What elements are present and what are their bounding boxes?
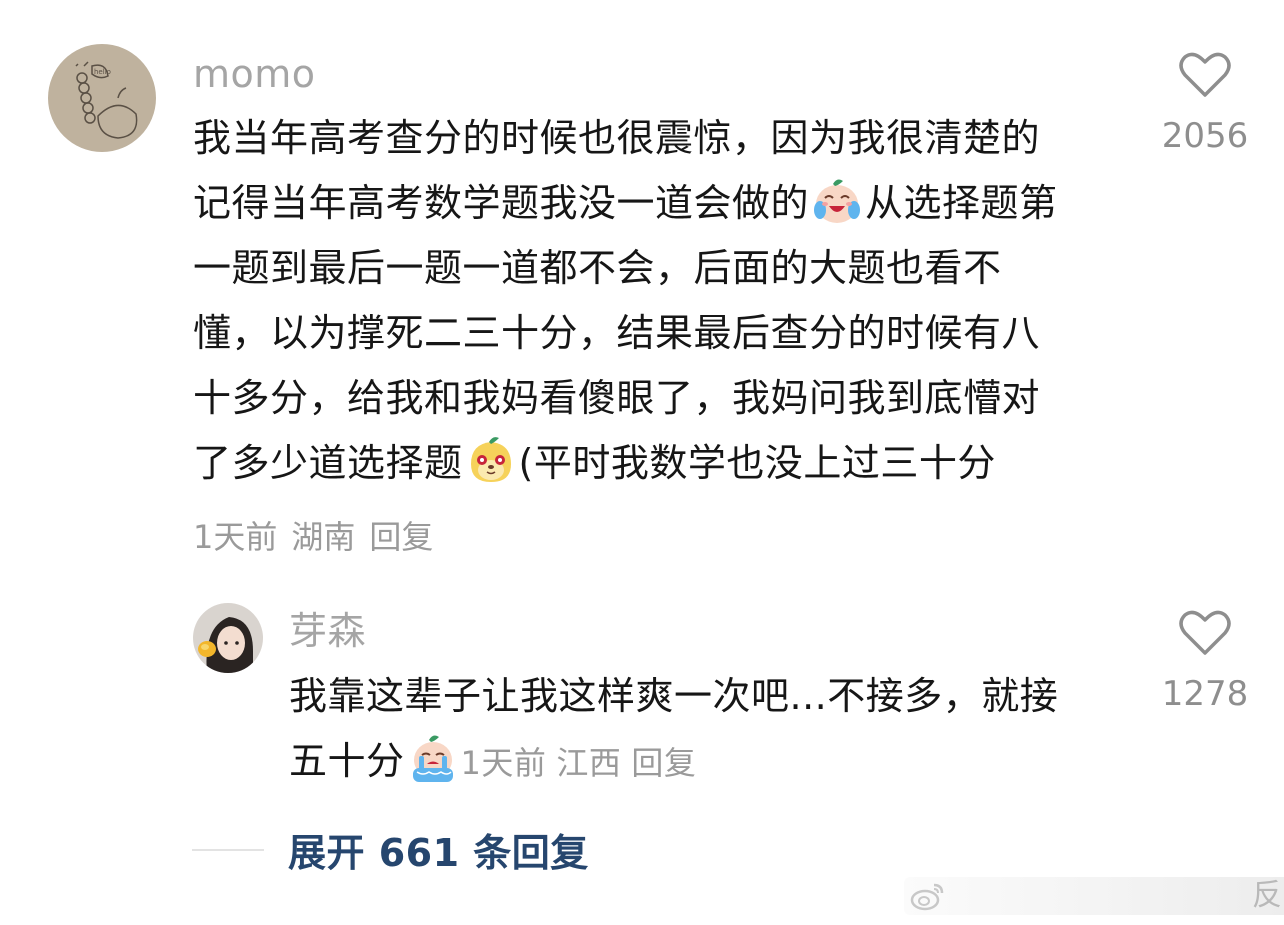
divider [192,848,264,851]
username[interactable]: 芽森 [289,612,366,650]
heart-icon[interactable] [1179,52,1231,98]
like-button[interactable]: 2056 [1150,52,1260,156]
expand-replies-link[interactable]: 展开 661 条回复 [288,822,589,877]
comment-line: 十多分，给我和我妈看傻眼了，我妈问我到底懵对 [193,376,1041,420]
comment-line: 懂，以为撑死二三十分，结果最后查分的时候有八 [193,311,1041,355]
comment-time: 1天前 [460,744,547,782]
comment-line: 五十分 1天前 江西 回复 [289,729,1159,796]
svg-text:hello: hello [94,68,111,76]
weibo-logo-icon [910,883,944,911]
comment-line: 了多少道选择题 (平时我数学也没上过三十分 [193,431,1153,496]
cute-face-emoji [465,434,517,486]
comment-line: 我靠这辈子让我这样爽一次吧...不接多，就接 [289,674,1059,718]
like-count: 1278 [1161,674,1249,714]
comment-text: 我靠这辈子让我这样爽一次吧...不接多，就接 五十分 1天前 江西 回复 [289,664,1159,796]
avatar[interactable] [193,603,263,673]
username[interactable]: momo [193,55,316,93]
reply-button[interactable]: 回复 [369,521,433,553]
crying-laugh-emoji [811,174,863,226]
expand-replies[interactable]: 展开 661 条回复 [192,822,589,877]
crying-emoji [407,732,459,784]
like-button[interactable]: 1278 [1150,610,1260,714]
comment-location: 湖南 [291,518,356,556]
comment-meta: 1天前 湖南 回复 [193,521,433,553]
watermark-text: 反 [1252,878,1282,913]
watermark: 反 [904,877,1284,915]
heart-icon[interactable] [1179,610,1231,656]
reply-button[interactable]: 回复 [631,744,696,782]
avatar[interactable]: hello [48,44,156,152]
like-count: 2056 [1161,116,1249,156]
watermark-bar: 反 [904,877,1284,915]
comment-location: 江西 [556,744,622,782]
comment-time: 1天前 [193,518,278,556]
comment-text: 我当年高考查分的时候也很震惊，因为我很清楚的 记得当年高考数学题我没一道会做的 … [193,106,1153,496]
comment-meta: 1天前 江西 回复 [461,744,707,782]
comment-line: 记得当年高考数学题我没一道会做的 从选择题第 [193,171,1153,236]
comment-line: 我当年高考查分的时候也很震惊，因为我很清楚的 [193,116,1041,160]
comment-line: 一题到最后一题一道都不会，后面的大题也看不 [193,246,1002,290]
